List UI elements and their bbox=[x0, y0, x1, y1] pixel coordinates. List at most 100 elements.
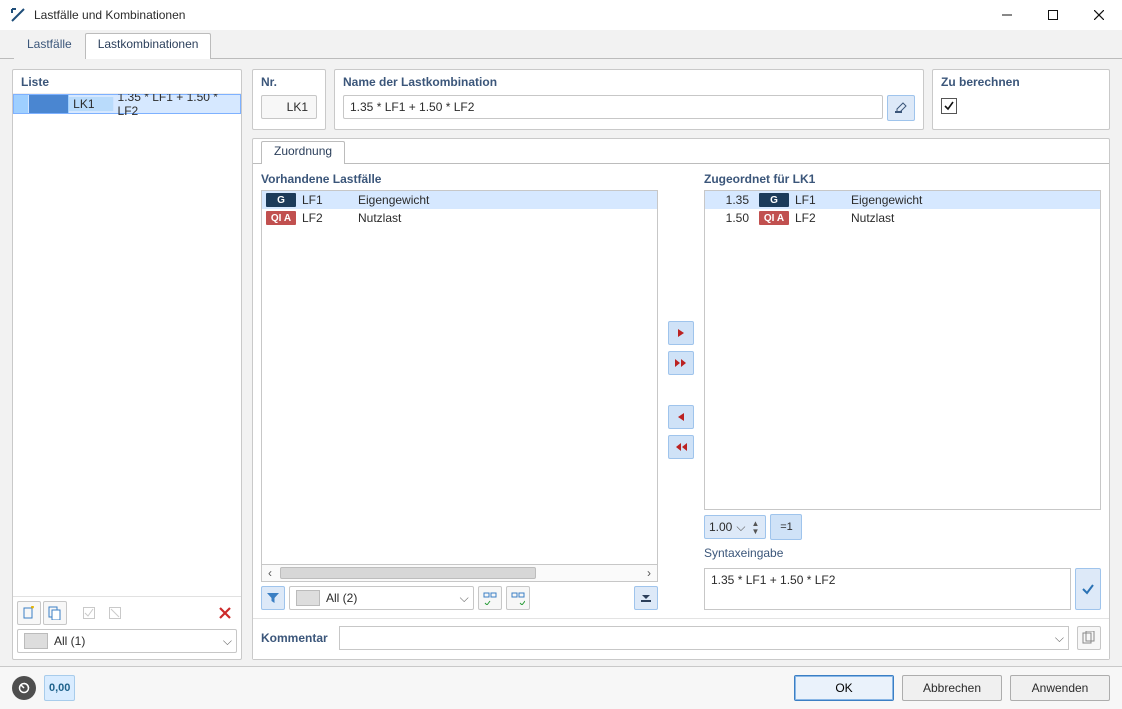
new-item-button[interactable] bbox=[17, 601, 41, 625]
nr-value: LK1 bbox=[261, 95, 317, 119]
decimals-indicator[interactable]: 0,00 bbox=[44, 675, 75, 701]
lf-name: Nutzlast bbox=[831, 211, 1096, 225]
list-item[interactable]: G LF1 Eigengewicht bbox=[262, 191, 657, 209]
apply-button[interactable]: Anwenden bbox=[1010, 675, 1110, 701]
available-filter-dropdown[interactable]: All (2) ⌵ bbox=[289, 586, 474, 610]
available-panel: Vorhandene Lastfälle G LF1 Eigengewicht … bbox=[261, 170, 658, 610]
chevron-down-icon: ⌵ bbox=[460, 591, 469, 606]
collapse-button[interactable] bbox=[634, 586, 658, 610]
ok-button[interactable]: OK bbox=[794, 675, 894, 701]
window-title: Lastfälle und Kombinationen bbox=[34, 8, 185, 22]
lf-name: Eigengewicht bbox=[338, 193, 653, 207]
lf-id: LF2 bbox=[302, 211, 332, 225]
chevron-down-icon: ⌵ bbox=[223, 634, 232, 649]
nr-label: Nr. bbox=[261, 75, 317, 89]
move-buttons bbox=[664, 170, 698, 610]
list-item[interactable]: 1.35 G LF1 Eigengewicht bbox=[705, 191, 1100, 209]
right-column: Nr. LK1 Name der Lastkombination 1.35 * … bbox=[252, 69, 1110, 660]
liste-panel: Liste LK1 1.35 * LF1 + 1.50 * LF2 bbox=[12, 69, 242, 660]
factor-spinner[interactable]: ▲ ▼ bbox=[749, 519, 761, 535]
liste-filter-dropdown[interactable]: All (1) ⌵ bbox=[17, 629, 237, 653]
syntax-input[interactable]: 1.35 * LF1 + 1.50 * LF2 bbox=[704, 568, 1071, 610]
calc-label: Zu berechnen bbox=[941, 75, 1101, 89]
liste-filter-label: All (1) bbox=[54, 634, 85, 648]
lf-id: LF1 bbox=[795, 193, 825, 207]
scroll-left-icon[interactable]: ‹ bbox=[262, 566, 278, 580]
comment-label: Kommentar bbox=[261, 631, 331, 645]
comment-library-button[interactable] bbox=[1077, 626, 1101, 650]
factor-cell: 1.50 bbox=[709, 211, 753, 225]
deselect-all-button[interactable] bbox=[506, 586, 530, 610]
name-box: Name der Lastkombination 1.35 * LF1 + 1.… bbox=[334, 69, 924, 130]
titlebar: Lastfälle und Kombinationen bbox=[0, 0, 1122, 31]
liste-header: Liste bbox=[13, 70, 241, 93]
filter-swatch-icon bbox=[24, 633, 48, 649]
row-color-swatch bbox=[29, 95, 69, 113]
category-badge: QI A bbox=[759, 211, 789, 225]
list-item[interactable]: QI A LF2 Nutzlast bbox=[262, 209, 657, 227]
assigned-header: Zugeordnet für LK1 bbox=[704, 170, 1101, 190]
list-item[interactable]: 1.50 QI A LF2 Nutzlast bbox=[705, 209, 1100, 227]
add-one-button[interactable] bbox=[668, 321, 694, 345]
page-tabs: Lastfälle Lastkombinationen bbox=[0, 30, 1122, 59]
zuordnung-panel: Zuordnung Vorhandene Lastfälle G LF1 Eig… bbox=[252, 138, 1110, 660]
category-badge: QI A bbox=[266, 211, 296, 225]
syntax-label: Syntaxeingabe bbox=[704, 544, 1101, 564]
tab-lastkombinationen[interactable]: Lastkombinationen bbox=[85, 33, 212, 59]
cancel-button[interactable]: Abbrechen bbox=[902, 675, 1002, 701]
available-header: Vorhandene Lastfälle bbox=[261, 170, 658, 190]
remove-one-button[interactable] bbox=[668, 405, 694, 429]
scroll-thumb[interactable] bbox=[280, 567, 536, 579]
remove-all-button[interactable] bbox=[668, 435, 694, 459]
liste-row[interactable]: LK1 1.35 * LF1 + 1.50 * LF2 bbox=[13, 94, 241, 114]
filter-swatch-icon bbox=[296, 590, 320, 606]
liste-grid[interactable]: LK1 1.35 * LF1 + 1.50 * LF2 bbox=[13, 93, 241, 596]
delete-button[interactable] bbox=[213, 601, 237, 625]
close-button[interactable] bbox=[1076, 0, 1122, 30]
toggle-uncheck-button[interactable] bbox=[103, 601, 127, 625]
lf-id: LF2 bbox=[795, 211, 825, 225]
spin-down-icon[interactable]: ▼ bbox=[749, 527, 761, 535]
copy-item-button[interactable] bbox=[43, 601, 67, 625]
combo-header-row: Nr. LK1 Name der Lastkombination 1.35 * … bbox=[252, 69, 1110, 130]
scroll-right-icon[interactable]: › bbox=[641, 566, 657, 580]
select-all-button[interactable] bbox=[478, 586, 502, 610]
zuordnung-tabs: Zuordnung bbox=[253, 139, 1109, 164]
available-list[interactable]: G LF1 Eigengewicht QI A LF2 Nutzlast bbox=[261, 190, 658, 565]
available-filter-label: All (2) bbox=[326, 591, 357, 605]
toggle-check-button[interactable] bbox=[77, 601, 101, 625]
add-all-button[interactable] bbox=[668, 351, 694, 375]
lf-name: Eigengewicht bbox=[831, 193, 1096, 207]
calc-checkbox[interactable] bbox=[941, 98, 957, 114]
lf-id: LF1 bbox=[302, 193, 332, 207]
lf-name: Nutzlast bbox=[338, 211, 653, 225]
maximize-button[interactable] bbox=[1030, 0, 1076, 30]
edit-name-button[interactable] bbox=[887, 95, 915, 121]
factor-cell: 1.35 bbox=[709, 193, 753, 207]
help-button[interactable] bbox=[12, 676, 36, 700]
name-label: Name der Lastkombination bbox=[343, 75, 915, 89]
row-id: LK1 bbox=[69, 97, 113, 111]
workspace: Lastfälle Lastkombinationen Liste LK1 1.… bbox=[0, 30, 1122, 709]
minimize-button[interactable] bbox=[984, 0, 1030, 30]
assigned-panel: Zugeordnet für LK1 1.35 G LF1 Eigengewic… bbox=[704, 170, 1101, 610]
assigned-list[interactable]: 1.35 G LF1 Eigengewicht 1.50 QI A LF2 Nu… bbox=[704, 190, 1101, 510]
liste-footer: All (1) ⌵ bbox=[13, 596, 241, 659]
comment-input[interactable]: ⌵ bbox=[339, 626, 1069, 650]
equal-one-button[interactable]: =1 bbox=[770, 514, 802, 540]
category-badge: G bbox=[266, 193, 296, 207]
factor-input[interactable]: 1.00 ⌵ ▲ ▼ bbox=[704, 515, 766, 539]
row-selector[interactable] bbox=[14, 95, 29, 113]
chevron-down-icon: ⌵ bbox=[1055, 631, 1064, 646]
available-hscroll[interactable]: ‹ › bbox=[261, 565, 658, 582]
dialog-bottombar: 0,00 OK Abbrechen Anwenden bbox=[0, 666, 1122, 709]
filter-button[interactable] bbox=[261, 586, 285, 610]
apply-syntax-button[interactable] bbox=[1075, 568, 1101, 610]
category-badge: G bbox=[759, 193, 789, 207]
comment-row: Kommentar ⌵ bbox=[253, 618, 1109, 659]
nr-box: Nr. LK1 bbox=[252, 69, 326, 130]
name-input[interactable]: 1.35 * LF1 + 1.50 * LF2 bbox=[343, 95, 883, 119]
tab-zuordnung[interactable]: Zuordnung bbox=[261, 141, 345, 164]
tab-lastfaelle[interactable]: Lastfälle bbox=[14, 33, 85, 59]
row-name: 1.35 * LF1 + 1.50 * LF2 bbox=[114, 93, 240, 118]
